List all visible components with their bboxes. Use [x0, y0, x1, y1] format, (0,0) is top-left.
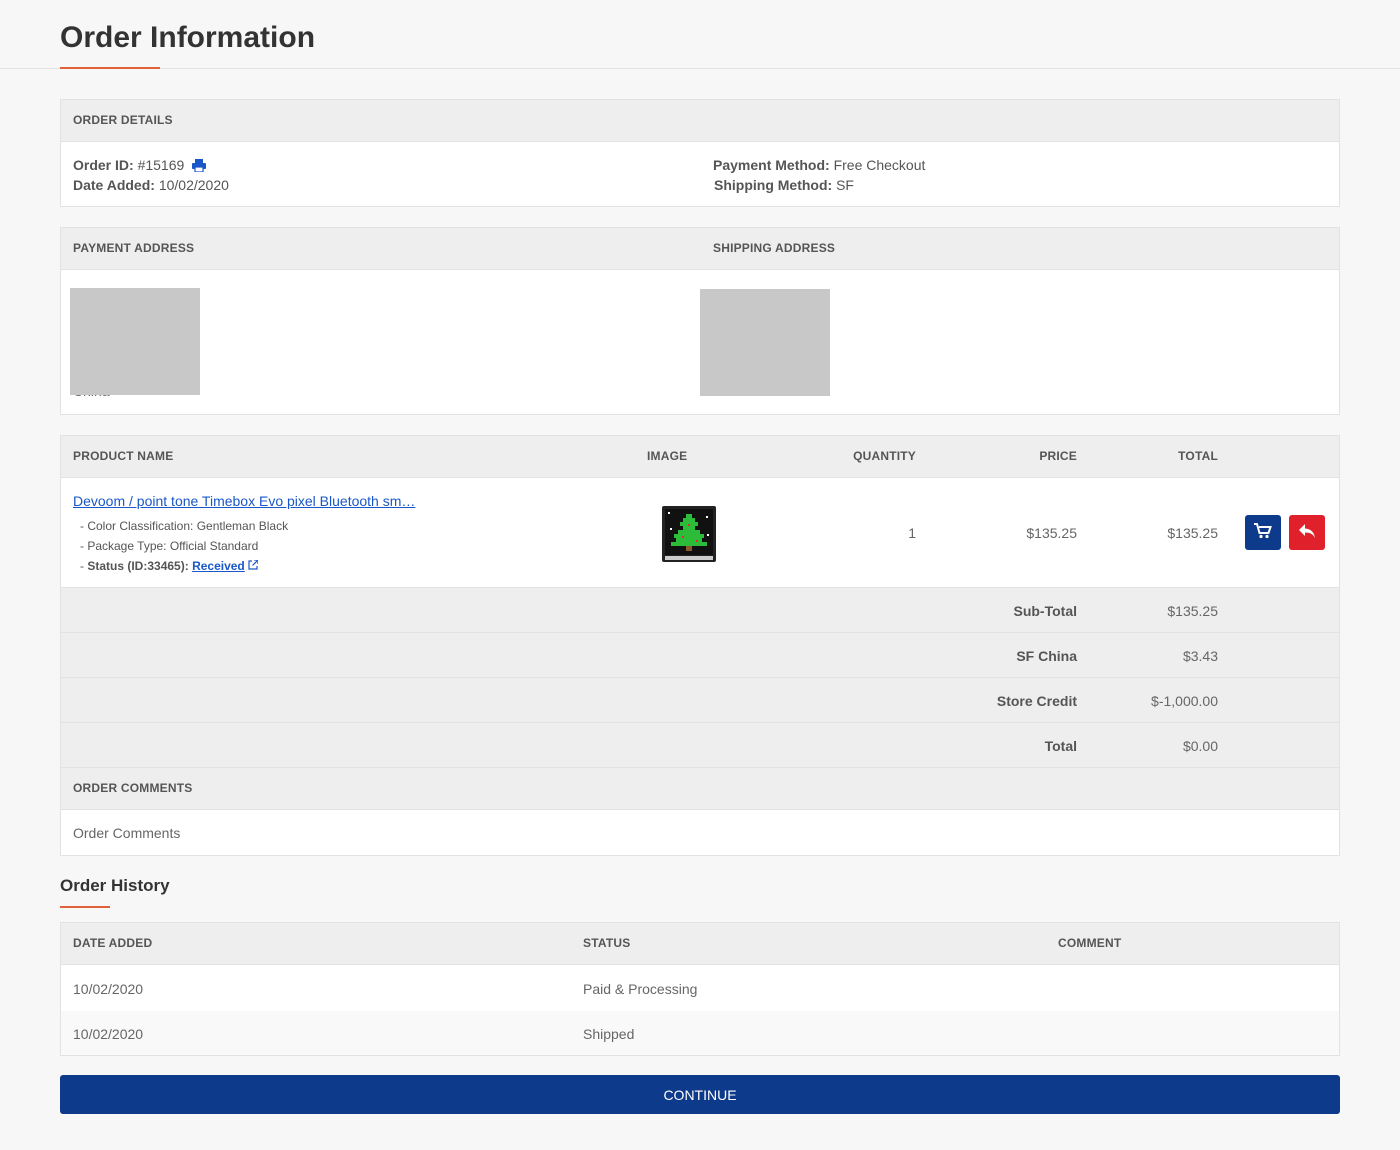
- col-price: PRICE: [1039, 449, 1077, 463]
- product-price: $135.25: [1026, 525, 1077, 541]
- grand-total-row: Total $0.00: [61, 723, 1339, 768]
- status-received-link[interactable]: Received: [192, 559, 245, 573]
- product-quantity: 1: [908, 525, 916, 541]
- print-icon[interactable]: [192, 159, 207, 175]
- order-history-title: Order History: [60, 876, 170, 895]
- order-id: Order ID: #15169: [73, 157, 207, 175]
- col-quantity: QUANTITY: [853, 449, 916, 463]
- order-comments-heading: ORDER COMMENTS: [61, 768, 1339, 810]
- order-history-underline: [60, 906, 110, 908]
- product-option-color: - Color Classification: Gentleman Black: [80, 519, 289, 533]
- external-link-icon: [248, 559, 259, 573]
- col-comment: COMMENT: [1058, 936, 1122, 950]
- col-status: STATUS: [583, 936, 631, 950]
- col-image: IMAGE: [647, 449, 688, 463]
- date-added: Date Added: 10/02/2020: [73, 177, 229, 193]
- col-product-name: PRODUCT NAME: [73, 449, 174, 463]
- product-name-link[interactable]: Devoom / point tone Timebox Evo pixel Bl…: [73, 493, 415, 509]
- col-total: TOTAL: [1178, 449, 1218, 463]
- product-image[interactable]: [662, 506, 716, 562]
- payment-method: Payment Method: Free Checkout: [713, 157, 926, 173]
- shipping-total-row: SF China $3.43: [61, 633, 1339, 678]
- col-date-added: DATE ADDED: [73, 936, 153, 950]
- page-title: Order Information: [60, 21, 316, 54]
- continue-button[interactable]: CONTINUE: [60, 1075, 1340, 1114]
- payment-address-redaction: [70, 288, 200, 395]
- address-panel: PAYMENT ADDRESS SHIPPING ADDRESS China C…: [60, 227, 1340, 415]
- order-history-table: DATE ADDED STATUS COMMENT 10/02/2020 Pai…: [60, 922, 1340, 1056]
- reorder-button[interactable]: [1245, 515, 1281, 550]
- payment-address-heading: PAYMENT ADDRESS: [73, 241, 195, 255]
- history-row: 10/02/2020 Shipped: [61, 1010, 1339, 1055]
- product-option-package: - Package Type: Official Standard: [80, 539, 259, 553]
- order-details-heading: ORDER DETAILS: [61, 100, 1339, 142]
- shipping-method: Shipping Method: SF: [714, 177, 854, 193]
- products-panel: PRODUCT NAME IMAGE QUANTITY PRICE TOTAL …: [60, 435, 1340, 856]
- order-details-panel: ORDER DETAILS Order ID: #15169 Date Adde…: [60, 99, 1340, 207]
- subtotal-row: Sub-Total $135.25: [61, 588, 1339, 633]
- order-comments-body: Order Comments: [61, 810, 1339, 855]
- shipping-address-heading: SHIPPING ADDRESS: [713, 241, 836, 255]
- return-button[interactable]: [1289, 515, 1325, 550]
- title-underline: [60, 67, 160, 69]
- reply-icon: [1298, 523, 1316, 542]
- order-comments-text: Order Comments: [73, 825, 181, 841]
- address-heading: PAYMENT ADDRESS SHIPPING ADDRESS: [61, 228, 1339, 270]
- cart-icon: [1254, 523, 1272, 542]
- store-credit-row: Store Credit $-1,000.00: [61, 678, 1339, 723]
- history-table-header: DATE ADDED STATUS COMMENT: [61, 923, 1339, 965]
- product-row: Devoom / point tone Timebox Evo pixel Bl…: [61, 478, 1339, 588]
- product-total: $135.25: [1167, 525, 1218, 541]
- products-table-header: PRODUCT NAME IMAGE QUANTITY PRICE TOTAL: [61, 436, 1339, 478]
- shipping-address-redaction: [700, 289, 830, 396]
- history-row: 10/02/2020 Paid & Processing: [61, 965, 1339, 1010]
- page-header: Order Information: [0, 0, 1400, 69]
- product-status: - Status (ID:33465): Received: [80, 559, 259, 573]
